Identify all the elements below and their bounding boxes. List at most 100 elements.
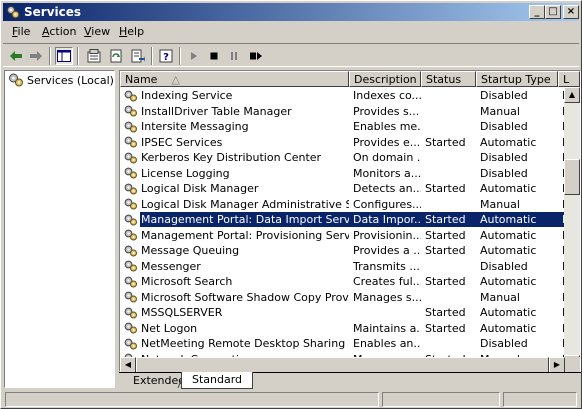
vertical-scroll-thumb[interactable] <box>564 159 580 195</box>
service-status-cell <box>421 259 476 274</box>
stop-icon <box>210 52 218 60</box>
service-name-cell: Logical Disk Manager <box>120 181 349 196</box>
tree-node-services-local[interactable]: Services (Local) <box>8 73 114 87</box>
service-name: InstallDriver Table Manager <box>141 104 292 118</box>
service-gear-icon <box>124 245 137 256</box>
service-description-cell: Configures... <box>353 197 421 211</box>
service-row[interactable]: Logical Disk Manager Detects an... Started… <box>120 181 568 197</box>
menu-view[interactable]: View <box>84 25 110 38</box>
service-startup-cell: Disabled <box>480 337 528 350</box>
forward-arrow-icon <box>30 51 42 61</box>
services-gear-icon <box>9 73 23 87</box>
services-window: Services _ □ × File Action View Help ? S… <box>0 0 582 409</box>
pause-service-button[interactable] <box>225 47 243 65</box>
service-row[interactable]: Management Portal: Data Import Server Dat… <box>120 212 568 228</box>
scrollbar-corner <box>565 357 580 373</box>
service-row[interactable]: MSSQLSERVERStartedAutomaticL <box>120 305 568 321</box>
service-startup-cell: Disabled <box>480 120 528 133</box>
service-name-cell: IPSEC Services <box>120 135 349 150</box>
service-status-cell <box>421 150 476 165</box>
title-bar[interactable]: Services _ □ × <box>3 3 579 21</box>
service-description-cell: Provides e... <box>353 135 421 149</box>
menu-file[interactable]: File <box>12 25 30 38</box>
column-header-description[interactable]: Description <box>349 71 421 87</box>
service-startup-cell: Disabled <box>480 151 528 164</box>
service-gear-icon <box>124 276 137 287</box>
service-startup-cell: Disabled <box>480 166 528 180</box>
service-description-cell: Maintains a... <box>353 321 421 335</box>
export-list-button[interactable] <box>129 47 147 65</box>
service-description-cell: Data Impor... <box>349 212 421 227</box>
column-header-status[interactable]: Status <box>421 71 476 87</box>
service-startup-cell: Automatic <box>480 275 537 288</box>
service-name-cell: Management Portal: Data Import Server <box>120 212 349 227</box>
horizontal-scrollbar[interactable]: ◀ ▶ <box>119 357 581 373</box>
status-pane-2 <box>382 392 500 407</box>
service-gear-icon <box>124 152 137 163</box>
service-row[interactable]: Microsoft Software Shadow Copy Provider M… <box>120 290 568 306</box>
column-header-name[interactable]: Name △ <box>120 71 349 87</box>
service-row[interactable]: Net LogonMaintains a...StartedAutomaticL <box>120 321 568 337</box>
export-list-icon <box>131 49 145 63</box>
service-name-cell: MSSQLSERVER <box>120 305 349 320</box>
service-gear-icon <box>124 183 137 194</box>
service-status-cell: Started <box>425 244 466 257</box>
service-gear-icon <box>124 338 137 349</box>
horizontal-scroll-thumb[interactable] <box>136 357 549 373</box>
service-row[interactable]: MessengerTransmits ...DisabledL <box>120 259 568 275</box>
tree-node-label: Services (Local) <box>27 73 114 87</box>
status-pane-3 <box>503 392 577 407</box>
vertical-scrollbar[interactable]: ▲ ▼ <box>564 87 580 371</box>
column-header-logon[interactable]: L <box>558 71 580 87</box>
service-name-cell: InstallDriver Table Manager <box>120 104 349 119</box>
service-status-cell <box>421 336 476 351</box>
show-hide-tree-button[interactable] <box>55 47 73 65</box>
service-status-cell <box>421 290 476 305</box>
service-row[interactable]: NetMeeting Remote Desktop Sharing Enables… <box>120 336 568 352</box>
service-row[interactable]: License LoggingMonitors a...DisabledN <box>120 166 568 182</box>
column-header-startup-type[interactable]: Startup Type <box>476 71 558 87</box>
properties-button[interactable] <box>85 47 103 65</box>
minimize-button[interactable]: _ <box>529 5 545 19</box>
service-row[interactable]: Kerberos Key Distribution Center On domai… <box>120 150 568 166</box>
service-gear-icon <box>124 105 137 117</box>
scroll-right-button[interactable]: ▶ <box>549 357 565 373</box>
service-gear-icon <box>124 322 137 334</box>
tree-pane: Services (Local) <box>4 70 115 388</box>
menu-help[interactable]: Help <box>119 25 144 38</box>
service-gear-icon <box>124 229 137 241</box>
service-startup-cell: Automatic <box>480 321 537 335</box>
refresh-button[interactable] <box>107 47 125 65</box>
service-row[interactable]: InstallDriver Table Manager Provides s...… <box>120 104 568 120</box>
service-description-cell: Provides s... <box>353 104 420 118</box>
close-button[interactable]: × <box>563 5 579 19</box>
scroll-left-button[interactable]: ◀ <box>120 357 136 373</box>
start-service-button[interactable] <box>185 47 203 65</box>
service-name: Intersite Messaging <box>141 120 249 133</box>
toolbar: ? <box>3 43 579 67</box>
service-gear-icon <box>124 260 137 272</box>
stop-service-button[interactable] <box>205 47 223 65</box>
menu-action[interactable]: Action <box>42 25 76 38</box>
service-row[interactable]: Message Queuing Provides a ... Started Auto… <box>120 243 568 259</box>
help-button[interactable]: ? <box>157 47 175 65</box>
tree-pane-icon <box>57 50 71 62</box>
service-gear-icon <box>124 136 137 148</box>
service-status-cell <box>421 119 476 134</box>
service-row[interactable]: Intersite Messaging Enables me... Disabled… <box>120 119 568 135</box>
service-startup-cell: Disabled <box>480 89 528 102</box>
back-button[interactable] <box>7 47 25 65</box>
service-row[interactable]: Management Portal: Provisioning Server Pr… <box>120 228 568 244</box>
service-row[interactable]: Logical Disk Manager Administrative Serv… <box>120 197 568 213</box>
service-row[interactable]: Indexing ServiceIndexes co...DisabledL <box>120 88 568 104</box>
service-description-cell <box>349 305 421 320</box>
service-row[interactable]: Microsoft Search Creates ful... Started Aut… <box>120 274 568 290</box>
service-row[interactable]: IPSEC Services Provides e... Started Automa… <box>120 135 568 151</box>
restart-service-button[interactable] <box>247 47 265 65</box>
service-description-cell: Enables an... <box>353 337 421 350</box>
service-name: Messenger <box>141 259 201 273</box>
maximize-button[interactable]: □ <box>545 5 561 19</box>
scroll-up-button[interactable]: ▲ <box>564 87 580 103</box>
forward-button[interactable] <box>27 47 45 65</box>
tab-standard[interactable]: Standard <box>181 372 254 389</box>
